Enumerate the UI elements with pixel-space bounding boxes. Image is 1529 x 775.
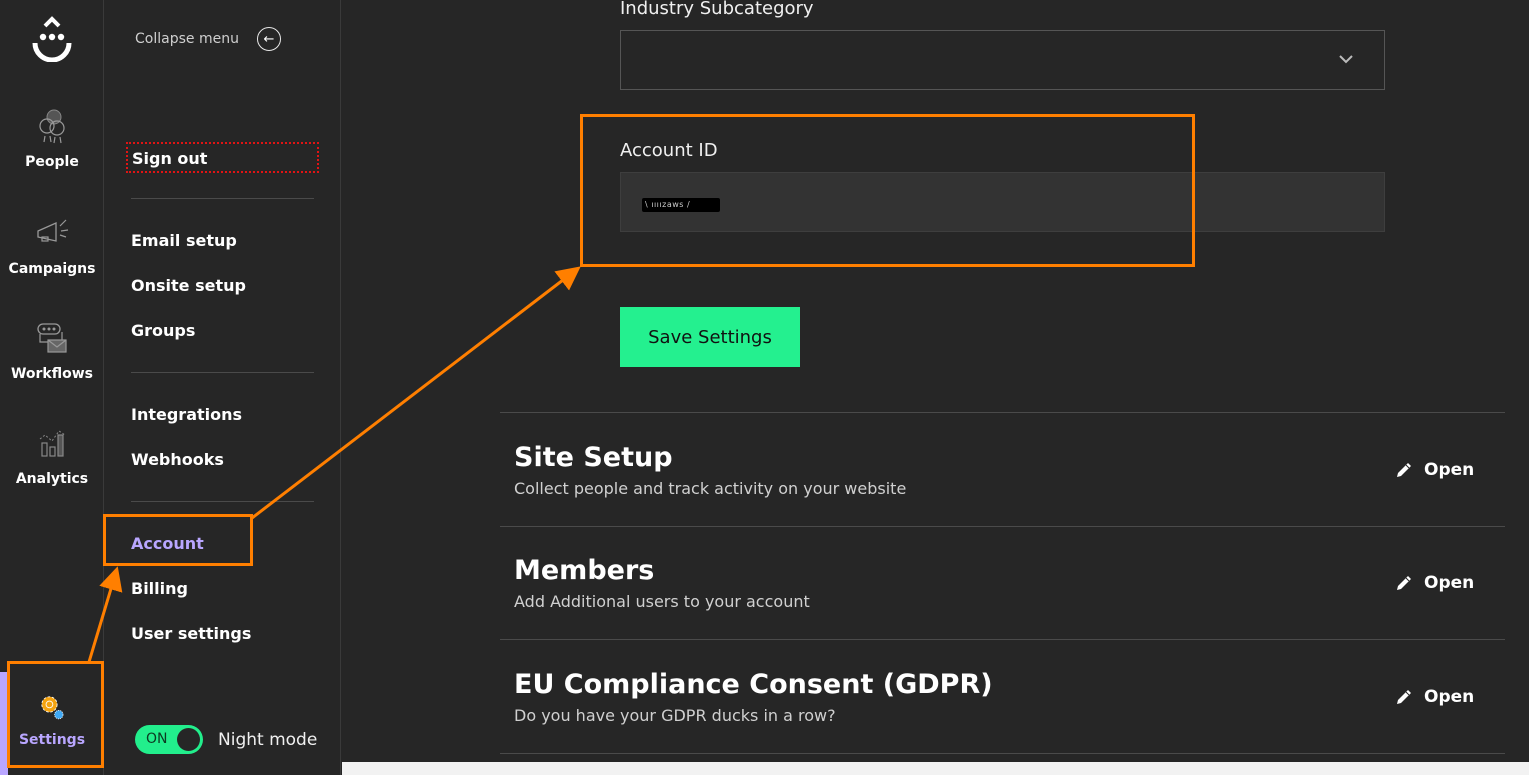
rail-item-analytics[interactable]: Analytics <box>0 423 104 487</box>
section-members: Members Add Additional users to your acc… <box>514 555 810 611</box>
rail-item-people[interactable]: People <box>0 106 104 170</box>
megaphone-icon <box>37 219 69 242</box>
industry-subcategory-label: Industry Subcategory <box>620 0 814 19</box>
workflow-icon <box>37 323 67 353</box>
pencil-icon <box>1397 463 1411 477</box>
menu-divider <box>131 501 314 502</box>
section-divider <box>500 526 1505 527</box>
people-icon <box>39 109 65 144</box>
open-label: Open <box>1424 573 1475 593</box>
arrow-left-icon: ← <box>256 27 281 51</box>
collapse-menu-button[interactable]: Collapse menu ← <box>135 27 281 51</box>
annotation-box-settings <box>7 661 104 768</box>
open-members-button[interactable]: Open <box>1394 573 1474 593</box>
chevron-down-icon <box>1339 55 1353 64</box>
menu-item-integrations[interactable]: Integrations <box>131 405 242 424</box>
annotation-box-account-id <box>580 114 1195 267</box>
menu-divider <box>131 372 314 373</box>
page-bottom-edge <box>342 762 1529 775</box>
section-description: Do you have your GDPR ducks in a row? <box>514 706 836 725</box>
rail-item-campaigns[interactable]: Campaigns <box>0 213 104 277</box>
section-description: Add Additional users to your account <box>514 592 810 611</box>
night-mode-toggle[interactable]: ON <box>135 725 203 754</box>
section-title: Members <box>514 555 655 586</box>
section-description: Collect people and track activity on you… <box>514 479 907 498</box>
annotation-box-account <box>103 514 253 566</box>
rail-label: Analytics <box>15 471 89 487</box>
pencil-icon <box>1397 576 1411 590</box>
toggle-knob <box>177 728 200 751</box>
open-label: Open <box>1424 687 1475 707</box>
logo-icon[interactable] <box>30 16 74 62</box>
save-settings-button[interactable]: Save Settings <box>620 307 800 367</box>
section-site-setup: Site Setup Collect people and track acti… <box>514 442 906 498</box>
night-mode-row: ON Night mode <box>135 725 317 754</box>
section-title: EU Compliance Consent (GDPR) <box>514 669 993 700</box>
night-mode-label: Night mode <box>218 729 318 750</box>
rail-label: Workflows <box>10 366 94 382</box>
icon-rail: People Campaigns Workflows Analytics Set… <box>0 0 104 775</box>
collapse-menu-label: Collapse menu <box>135 31 239 47</box>
sign-out-label: Sign out <box>132 149 208 168</box>
menu-item-user-settings[interactable]: User settings <box>131 624 251 643</box>
menu-divider <box>131 198 314 199</box>
analytics-icon <box>39 430 66 457</box>
section-divider <box>500 753 1505 754</box>
open-site-setup-button[interactable]: Open <box>1394 460 1474 480</box>
toggle-state-label: ON <box>146 731 168 747</box>
industry-subcategory-select[interactable] <box>620 30 1385 90</box>
open-gdpr-button[interactable]: Open <box>1394 687 1474 707</box>
section-gdpr: EU Compliance Consent (GDPR) Do you have… <box>514 669 993 725</box>
settings-menu: Collapse menu ← Sign out Email setup Ons… <box>105 0 341 775</box>
menu-item-webhooks[interactable]: Webhooks <box>131 450 224 469</box>
pencil-icon <box>1397 690 1411 704</box>
section-divider <box>500 639 1505 640</box>
open-label: Open <box>1424 460 1475 480</box>
section-divider <box>500 412 1505 413</box>
menu-item-groups[interactable]: Groups <box>131 321 195 340</box>
section-title: Site Setup <box>514 442 673 473</box>
sign-out-button[interactable]: Sign out <box>126 142 319 173</box>
menu-item-email-setup[interactable]: Email setup <box>131 231 237 250</box>
rail-label: Campaigns <box>8 261 96 277</box>
rail-label: People <box>25 154 79 170</box>
rail-item-workflows[interactable]: Workflows <box>0 318 104 382</box>
menu-item-onsite-setup[interactable]: Onsite setup <box>131 276 246 295</box>
menu-item-billing[interactable]: Billing <box>131 579 188 598</box>
